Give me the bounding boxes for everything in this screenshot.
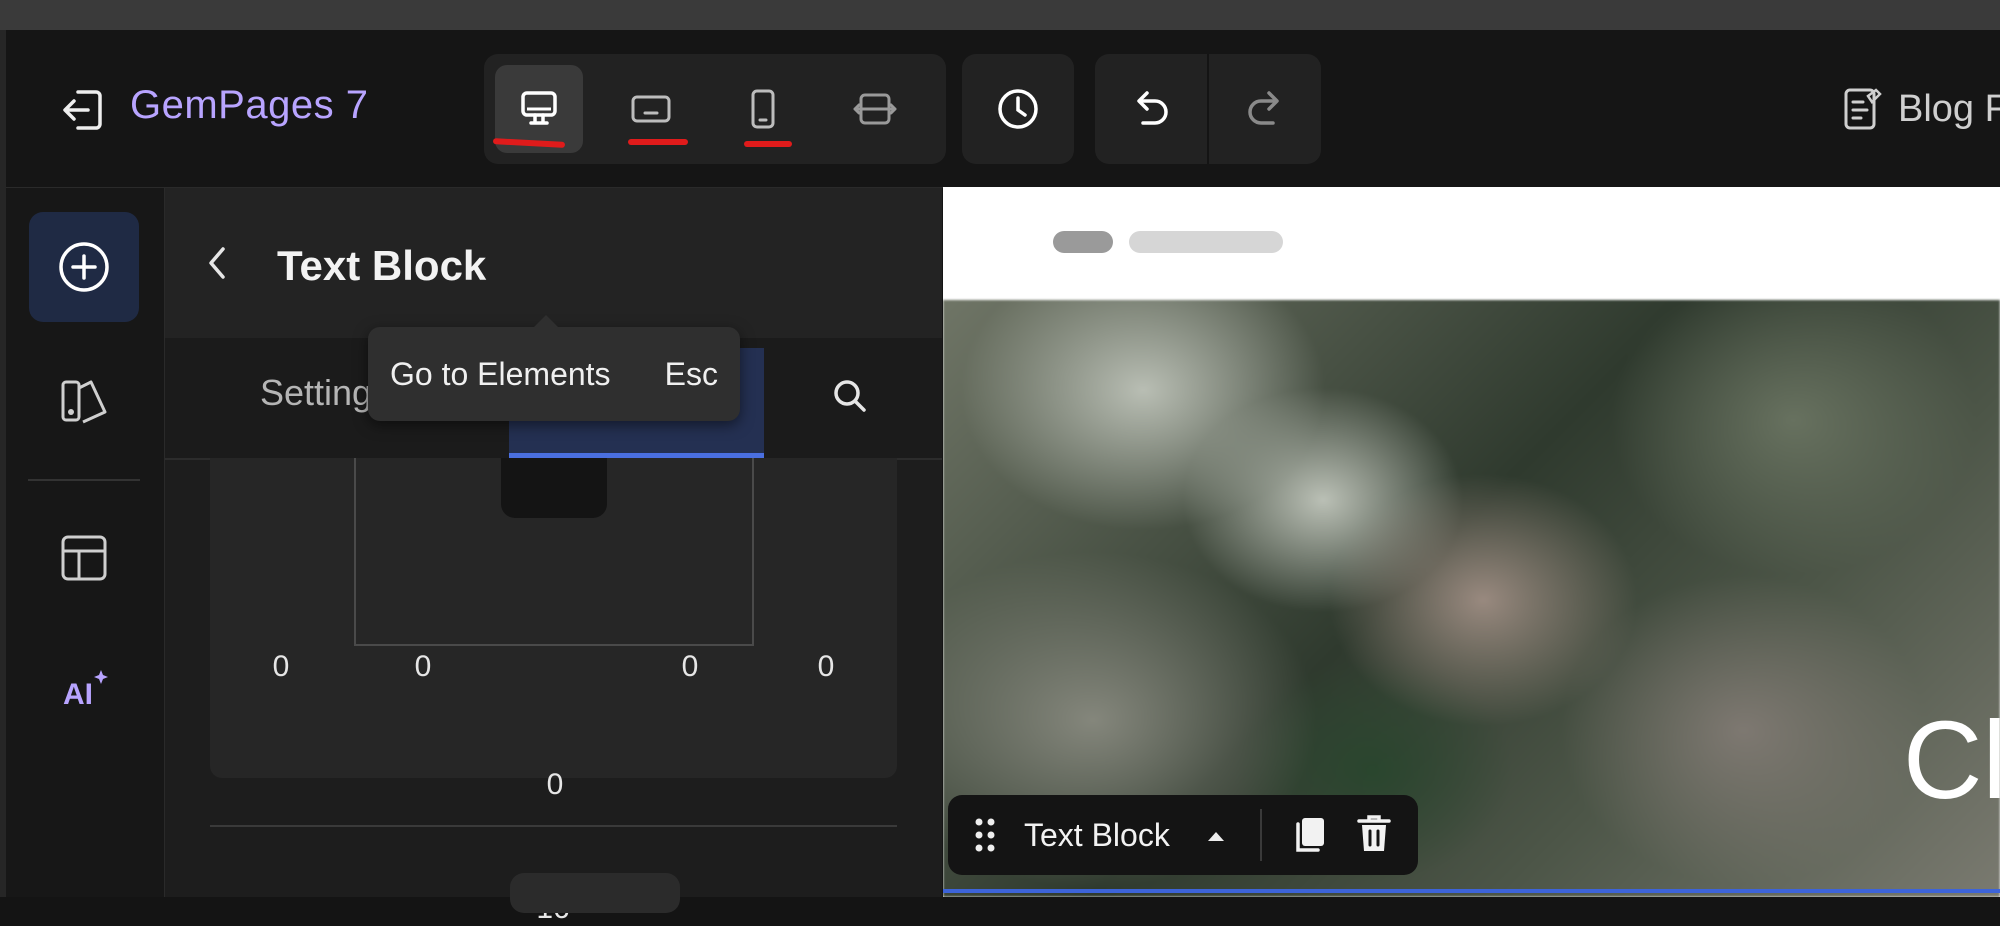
margin-left-value[interactable]: 0 — [251, 650, 311, 684]
exit-icon[interactable] — [62, 86, 106, 134]
selection-outline — [943, 889, 2000, 893]
window-top-strip — [0, 0, 2000, 30]
history-button[interactable] — [962, 54, 1074, 164]
device-switcher — [484, 54, 946, 164]
undo-button[interactable] — [1095, 54, 1207, 164]
fit-width-icon — [853, 87, 897, 131]
padding-left-value[interactable]: 0 — [393, 650, 453, 684]
undo-redo-group — [1095, 54, 1321, 164]
back-chevron-icon[interactable] — [205, 243, 229, 283]
skeleton-placeholder — [1129, 231, 1283, 253]
theme-style-button[interactable] — [29, 346, 139, 456]
ai-button[interactable]: AI — [29, 634, 139, 744]
clock-icon — [996, 87, 1040, 131]
trash-icon[interactable] — [1356, 813, 1392, 855]
spacing-handle[interactable] — [501, 458, 607, 518]
mobile-view-button[interactable] — [719, 65, 807, 153]
hero-heading[interactable]: Cl — [1903, 697, 2000, 824]
drag-handle-icon[interactable] — [974, 817, 996, 853]
element-toolbar-label[interactable]: Text Block — [1024, 817, 1170, 854]
padding-bottom-value[interactable]: 0 — [525, 768, 585, 802]
fit-width-view-button[interactable] — [831, 65, 919, 153]
section-divider — [210, 825, 897, 827]
brand-title: GemPages 7 — [130, 83, 369, 127]
page-title[interactable]: Blog F — [1898, 88, 2000, 131]
tab-settings[interactable]: Setting — [260, 372, 372, 414]
rail-divider — [28, 479, 140, 481]
mobile-icon — [741, 87, 785, 131]
palette-icon — [57, 374, 111, 428]
ai-sparkle-icon: AI — [57, 662, 111, 716]
layout-icon — [57, 531, 111, 585]
plus-circle-icon — [57, 240, 111, 294]
duplicate-icon[interactable] — [1292, 815, 1328, 855]
add-element-button[interactable] — [29, 212, 139, 322]
element-settings-panel: Text Block Setting 0 0 0 0 0 16 — [165, 188, 942, 925]
annotation-underline — [744, 141, 792, 147]
padding-right-value[interactable]: 0 — [660, 650, 720, 684]
tooltip-shortcut: Esc — [664, 355, 718, 392]
svg-text:AI: AI — [63, 678, 93, 711]
margin-right-value[interactable]: 0 — [796, 650, 856, 684]
collapsed-control[interactable] — [510, 873, 680, 913]
caret-up-icon[interactable] — [1206, 829, 1226, 843]
page-canvas: Cl — [943, 187, 2000, 897]
desktop-icon — [517, 87, 561, 131]
editor-header: GemPages 7 Blog F — [6, 30, 2000, 188]
search-icon[interactable] — [830, 376, 870, 416]
left-rail: AI — [6, 188, 165, 897]
redo-icon — [1243, 87, 1287, 131]
annotation-underline — [628, 139, 688, 145]
tooltip-label: Go to Elements — [390, 355, 611, 392]
skeleton-placeholder — [1053, 231, 1113, 253]
tablet-icon — [629, 87, 673, 131]
tooltip-go-to-elements: Go to Elements Esc — [368, 315, 740, 421]
element-toolbar: Text Block — [948, 795, 1418, 875]
undo-icon — [1129, 87, 1173, 131]
page-icon — [1842, 86, 1882, 132]
redo-button[interactable] — [1209, 54, 1321, 164]
layout-button[interactable] — [29, 503, 139, 613]
toolbar-divider — [1260, 809, 1262, 861]
panel-title: Text Block — [277, 242, 487, 289]
